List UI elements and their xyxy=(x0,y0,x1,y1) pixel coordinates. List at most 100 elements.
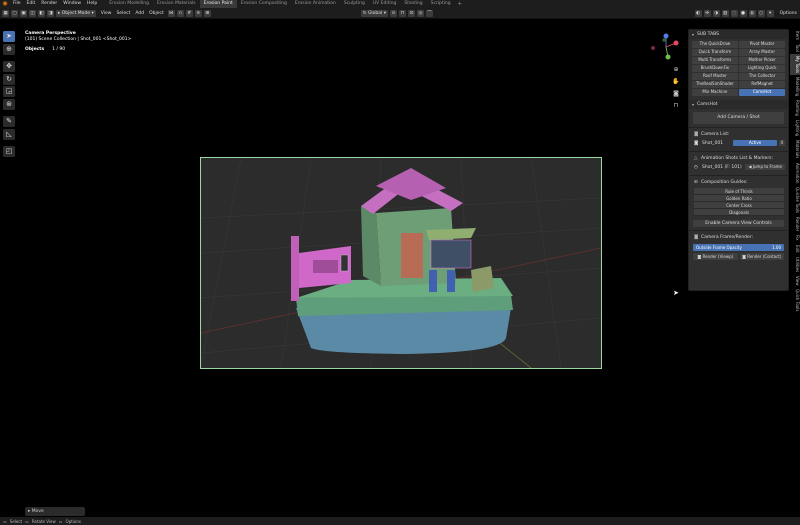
subtabs-header[interactable]: ▾ SUB TABS xyxy=(689,30,788,39)
camshot-header[interactable]: ▾ CamsHot xyxy=(689,99,788,109)
subtab-multi-transforms[interactable]: Multi Transforms xyxy=(692,57,738,64)
side-tab-tool[interactable]: Tool xyxy=(790,42,800,54)
shading-wireframe-icon[interactable]: ◌ xyxy=(730,10,738,17)
menu-file[interactable]: File xyxy=(10,0,24,8)
render-contact-button[interactable]: ◙ Render (Contact) xyxy=(739,252,784,260)
subtab-pivot-master[interactable]: Pivot Master xyxy=(739,41,785,48)
options-menu[interactable]: Options xyxy=(780,11,797,16)
shot-list-item[interactable]: ◷ Shot_001 (F: 101) ◀ Jump to Frame xyxy=(689,163,788,172)
side-tab-animation[interactable]: Animation xyxy=(790,161,800,185)
editor-type-icon[interactable]: ▦ xyxy=(2,9,9,17)
visibility-icon[interactable]: ◐ xyxy=(694,10,702,17)
pivot-icon[interactable]: ⊙ xyxy=(390,9,397,17)
shading-material-icon[interactable]: ◍ xyxy=(748,10,756,17)
xray-icon[interactable]: ▥ xyxy=(721,10,729,17)
tab-uv-editing[interactable]: UV Editing xyxy=(369,0,400,8)
blender-logo-icon[interactable]: ◉ xyxy=(0,0,10,8)
transform-orientation-dropdown[interactable]: ↻ Global ▾ xyxy=(360,9,388,17)
tab-erosion-materials[interactable]: Erosion Materials xyxy=(153,0,200,8)
subtab-the-quickdraw[interactable]: The QuickDraw xyxy=(692,41,738,48)
navigation-gizmo[interactable] xyxy=(648,31,688,63)
side-tab-materials[interactable]: Materials xyxy=(790,138,800,160)
hierarchy-icon[interactable]: ⊞ xyxy=(203,9,211,17)
jump-to-frame-button[interactable]: ◀ Jump to Frame xyxy=(745,163,785,171)
subtab-camshot[interactable]: CamsHot xyxy=(739,89,785,96)
select-mode-extend-icon[interactable]: ◫ xyxy=(29,9,36,17)
camera-view-icon[interactable]: ◙ xyxy=(672,90,680,100)
add-workspace-icon[interactable]: + xyxy=(455,0,465,8)
menu-edit[interactable]: Edit xyxy=(24,0,39,8)
menu-object[interactable]: Object xyxy=(149,11,164,16)
subtab-array-master[interactable]: Array Master xyxy=(739,49,785,56)
gizmo-neg-x-dot[interactable] xyxy=(651,46,655,50)
shading-solid-icon[interactable]: ● xyxy=(739,10,747,17)
camera-list-item[interactable]: ◙ Shot_001 Active X xyxy=(689,139,788,148)
side-tab-fix[interactable]: Fix xyxy=(790,233,800,243)
side-tab-quickie-tools[interactable]: Quickie Tools xyxy=(790,185,800,215)
side-tab-view[interactable]: View xyxy=(790,274,800,288)
tab-scripting[interactable]: Scripting xyxy=(427,0,455,8)
guide-center-cross[interactable]: Center Cross xyxy=(694,201,784,209)
grid-snap-icon[interactable]: # xyxy=(185,9,193,17)
snap-target-icon[interactable]: ⊡ xyxy=(408,9,415,17)
rotate-icon[interactable]: ↻ xyxy=(3,73,15,85)
snap-icon[interactable]: ⊓ xyxy=(399,9,406,17)
layers-icon[interactable]: ≡ xyxy=(194,9,202,17)
side-tab-render[interactable]: Render xyxy=(790,215,800,233)
magnet-icon[interactable]: ∩ xyxy=(176,9,184,17)
guide-rule-of-thirds[interactable]: Rule of Thirds xyxy=(694,187,784,195)
subtab-quick-transform[interactable]: Quick Transform xyxy=(692,49,738,56)
scale-icon[interactable]: ◲ xyxy=(3,86,15,97)
annotate-icon[interactable]: ✎ xyxy=(3,116,15,127)
select-box-icon[interactable]: ▢ xyxy=(11,9,18,17)
select-mode-subtract-icon[interactable]: ◧ xyxy=(38,9,45,17)
subtab-therealsimshader[interactable]: TheRealSimShader xyxy=(692,81,738,88)
zoom-icon[interactable]: ⊕ xyxy=(672,66,680,76)
camera-remove-button[interactable]: X xyxy=(779,139,785,147)
menu-help[interactable]: Help xyxy=(84,0,100,8)
menu-render[interactable]: Render xyxy=(38,0,60,8)
render-viewport-button[interactable]: ◙ Render (Viewp) xyxy=(693,252,738,260)
side-tab-utilities[interactable]: Utilities xyxy=(790,255,800,274)
shading-rendered-icon[interactable]: ○ xyxy=(757,10,765,17)
tab-erosion-modelling[interactable]: Erosion Modelling xyxy=(105,0,153,8)
guide-diagonals[interactable]: Diagonals xyxy=(694,208,784,216)
lock-icon[interactable]: ⊓ xyxy=(672,102,680,112)
move-icon[interactable]: ✥ xyxy=(3,61,15,72)
camera-frame[interactable] xyxy=(200,157,602,369)
overlay-icon[interactable]: ◑ xyxy=(712,10,720,17)
gizmo-z-dot[interactable] xyxy=(663,33,669,39)
gizmo-neg-y-dot[interactable] xyxy=(662,38,666,42)
side-tab-edit[interactable]: Edit xyxy=(790,243,800,255)
gizmo-x-dot[interactable] xyxy=(673,40,679,46)
subtab-mix-machine[interactable]: Mix Machine xyxy=(692,89,738,96)
3d-cursor-icon[interactable]: ⊕ xyxy=(3,43,15,55)
falloff-icon[interactable]: ⌒ xyxy=(426,9,433,17)
camera-active-button[interactable]: Active xyxy=(733,139,777,147)
subtab-roof-master[interactable]: Roof Master xyxy=(692,73,738,80)
pan-hand-icon[interactable]: ✋ xyxy=(672,78,680,88)
last-operator-panel[interactable]: ▸ Move xyxy=(25,507,85,516)
select-mode-new-icon[interactable]: ▣ xyxy=(20,9,27,17)
menu-view[interactable]: View xyxy=(101,11,112,16)
tab-sculpting[interactable]: Sculpting xyxy=(340,0,369,8)
side-tab-lighting[interactable]: Lighting xyxy=(790,118,800,138)
measure-icon[interactable]: ◺ xyxy=(3,128,15,140)
shading-options-icon[interactable]: ▾ xyxy=(766,10,774,17)
add-cube-icon[interactable]: ◰ xyxy=(3,146,15,157)
subtab-the-collector[interactable]: The Collector xyxy=(739,73,785,80)
mirror-icon[interactable]: ⋈ xyxy=(167,9,175,17)
proportional-edit-icon[interactable]: ◎ xyxy=(417,9,424,17)
side-tab-item[interactable]: Item xyxy=(790,29,800,42)
menu-window[interactable]: Window xyxy=(60,0,84,8)
guide-golden-ratio[interactable]: Golden Ratio xyxy=(694,194,784,202)
gizmo-y-dot[interactable] xyxy=(665,54,671,60)
subtab-brushdownfix[interactable]: BrushDownFix xyxy=(692,65,738,72)
side-tab-painting[interactable]: Painting xyxy=(790,98,800,118)
subtab-mother-picker[interactable]: Mother Picker xyxy=(739,57,785,64)
gizmo-icon[interactable]: ✣ xyxy=(703,10,711,17)
subtab-lighting-quick[interactable]: Lighting Quick xyxy=(739,65,785,72)
tab-erosion-compositing[interactable]: Erosion Compositing xyxy=(237,0,291,8)
tab-shading[interactable]: Shading xyxy=(400,0,426,8)
outside-frame-opacity-slider[interactable]: Outside Frame Opacity 1.00 xyxy=(693,243,784,251)
